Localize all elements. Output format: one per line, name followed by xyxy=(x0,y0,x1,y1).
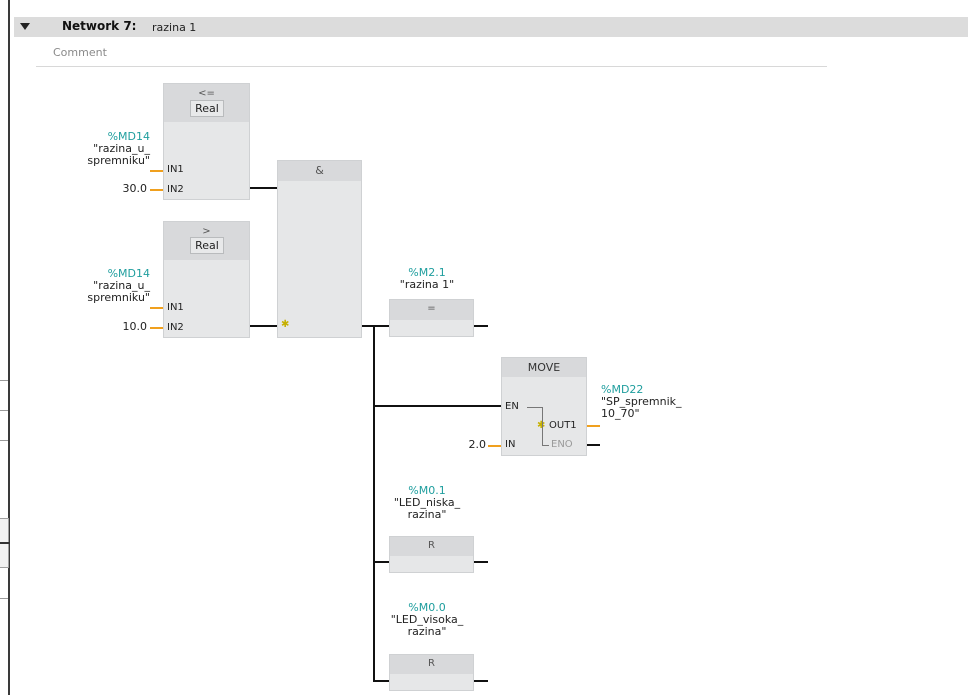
coil-assign-symbol: = xyxy=(427,303,436,314)
reset-2-out-wire xyxy=(474,680,488,682)
compare-gt-in2-value[interactable]: 10.0 xyxy=(100,320,148,333)
reset-1-name-2: razina" xyxy=(407,508,447,521)
move-eno-wire xyxy=(587,444,600,446)
and-symbol: & xyxy=(315,164,324,177)
reset-1-box[interactable]: R xyxy=(389,536,474,573)
compare-le-box[interactable]: <= Real IN1 IN2 xyxy=(163,83,250,200)
left-ruler-tick xyxy=(0,598,8,599)
compare-le-in1-pin: IN1 xyxy=(167,164,184,175)
move-title: MOVE xyxy=(527,361,561,374)
network-name[interactable]: razina 1 xyxy=(152,21,196,34)
and-output-wire xyxy=(362,325,389,327)
editor-left-border xyxy=(8,0,10,695)
coil-assign-name: "razina 1" xyxy=(399,278,455,291)
network-title: Network 7: xyxy=(62,19,137,33)
move-in-value[interactable]: 2.0 xyxy=(440,438,487,451)
compare-gt-box[interactable]: > Real IN1 IN2 xyxy=(163,221,250,338)
compare-le-type-select[interactable]: Real xyxy=(190,100,224,117)
compare-gt-in1-wire xyxy=(150,307,163,309)
comment-placeholder[interactable]: Comment xyxy=(53,46,107,59)
reset-2-in-wire xyxy=(374,680,389,682)
left-splitter-mark xyxy=(0,542,10,544)
compare-gt-type-select[interactable]: Real xyxy=(190,237,224,254)
compare-gt-operand-name-2: spremniku" xyxy=(87,291,150,304)
move-box[interactable]: MOVE EN IN OUT1 ENO ✱ xyxy=(501,357,587,456)
move-out1-pin: OUT1 xyxy=(549,420,577,431)
en-inner-line xyxy=(527,407,542,408)
move-en-pin: EN xyxy=(505,401,519,412)
reset-2-box[interactable]: R xyxy=(389,654,474,691)
reset-1-out-wire xyxy=(474,561,488,563)
reset-2-operand[interactable]: %M0.0 "LED_visoka_ razina" xyxy=(380,602,474,638)
compare-le-operand[interactable]: %MD14 "razina_u_ spremniku" xyxy=(64,131,150,167)
add-input-star-icon[interactable]: ✱ xyxy=(281,319,289,330)
move-out1-wire xyxy=(587,425,600,427)
coil-assign-operand[interactable]: %M2.1 "razina 1" xyxy=(380,267,474,291)
move-eno-pin: ENO xyxy=(551,439,573,450)
network-comment-field[interactable] xyxy=(36,40,827,67)
reset-1-operand[interactable]: %M0.1 "LED_niska_ razina" xyxy=(380,485,474,521)
reset-1-in-wire xyxy=(374,561,389,563)
compare-gt-in1-pin: IN1 xyxy=(167,302,184,313)
reset-1-symbol: R xyxy=(428,540,435,551)
compare-le-symbol: <= xyxy=(198,88,215,99)
en-inner-vert xyxy=(542,407,543,445)
compare-le-in2-pin: IN2 xyxy=(167,184,184,195)
compare-le-in2-value[interactable]: 30.0 xyxy=(100,182,148,195)
gt-to-and-wire xyxy=(250,325,277,327)
collapse-triangle-icon[interactable] xyxy=(20,23,30,30)
compare-le-in2-wire xyxy=(150,189,163,191)
coil-assign-box[interactable]: = xyxy=(389,299,474,337)
compare-gt-operand[interactable]: %MD14 "razina_u_ spremniku" xyxy=(64,268,150,304)
move-out-name-2: 10_70" xyxy=(601,407,640,420)
reset-2-name-2: razina" xyxy=(407,625,447,638)
move-in-pin: IN xyxy=(505,439,516,450)
compare-gt-in2-pin: IN2 xyxy=(167,322,184,333)
left-ruler-tick xyxy=(0,440,8,441)
compare-gt-symbol: > xyxy=(202,226,211,237)
move-in-wire xyxy=(488,445,501,447)
en-inner-eno xyxy=(542,445,549,446)
move-out-operand[interactable]: %MD22 "SP_spremnik_ 10_70" xyxy=(601,384,682,420)
le-to-and-wire xyxy=(250,187,277,189)
move-en-wire xyxy=(374,405,501,407)
left-ruler-tick xyxy=(0,410,8,411)
coil-assign-out-wire xyxy=(474,325,488,327)
compare-le-operand-name-2: spremniku" xyxy=(87,154,150,167)
compare-le-in1-wire xyxy=(150,170,163,172)
compare-gt-in2-wire xyxy=(150,327,163,329)
branch-vertical-wire xyxy=(373,326,375,682)
and-box[interactable]: & ✱ xyxy=(277,160,362,338)
left-ruler-tick xyxy=(0,380,8,381)
reset-2-symbol: R xyxy=(428,658,435,669)
